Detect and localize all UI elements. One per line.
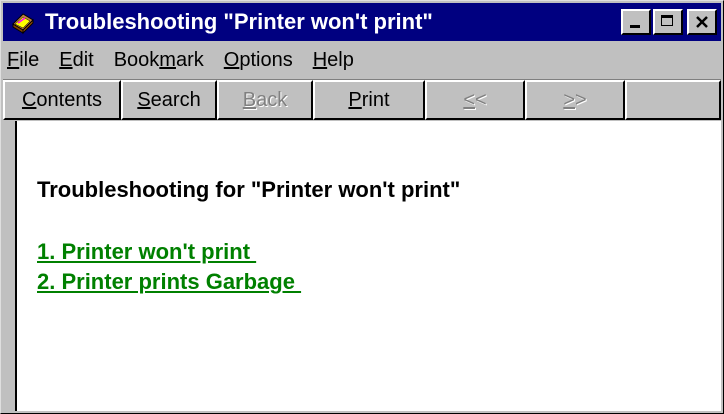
- book-icon: [9, 8, 37, 36]
- menu-bar: File Edit Bookmark Options Help: [3, 43, 721, 77]
- topic-link-printer-wont-print[interactable]: 1. Printer won't print: [37, 237, 301, 267]
- next-topic-button[interactable]: > >: [525, 80, 625, 120]
- search-button[interactable]: Search: [121, 80, 217, 120]
- menu-help[interactable]: Help: [303, 49, 364, 72]
- menu-edit[interactable]: Edit: [49, 49, 103, 72]
- button-bar: Contents Search Back Print < < > >: [3, 79, 721, 120]
- minimize-button[interactable]: [621, 9, 651, 35]
- minimize-icon: [630, 25, 640, 28]
- close-icon: [696, 16, 708, 28]
- back-button[interactable]: Back: [217, 80, 313, 120]
- help-window: Troubleshooting "Printer won't print" Fi…: [0, 0, 724, 414]
- menu-help-accel: H: [312, 48, 328, 71]
- menu-options-accel: O: [223, 48, 240, 71]
- menu-file[interactable]: File: [3, 49, 49, 72]
- menu-bookmark[interactable]: Bookmark: [104, 49, 214, 72]
- menu-edit-accel: E: [59, 48, 73, 71]
- toolbar-filler: [625, 80, 721, 120]
- contents-button[interactable]: Contents: [3, 80, 121, 120]
- close-button[interactable]: [687, 9, 717, 35]
- topic-link-printer-prints-garbage[interactable]: 2. Printer prints Garbage: [37, 267, 301, 297]
- title-bar[interactable]: Troubleshooting "Printer won't print": [3, 3, 721, 41]
- window-title: Troubleshooting "Printer won't print": [45, 9, 433, 34]
- maximize-button[interactable]: [653, 9, 683, 35]
- previous-topic-button[interactable]: < <: [425, 80, 525, 120]
- menu-options[interactable]: Options: [214, 49, 303, 72]
- menu-file-accel: F: [7, 48, 20, 71]
- topic-links: 1. Printer won't print 2. Printer prints…: [37, 237, 301, 297]
- topic-heading: Troubleshooting for "Printer won't print…: [37, 177, 461, 202]
- menu-bookmark-accel: m: [159, 48, 176, 71]
- maximize-icon: [661, 15, 673, 26]
- print-button[interactable]: Print: [313, 80, 425, 120]
- topic-pane: Troubleshooting for "Printer won't print…: [15, 121, 721, 411]
